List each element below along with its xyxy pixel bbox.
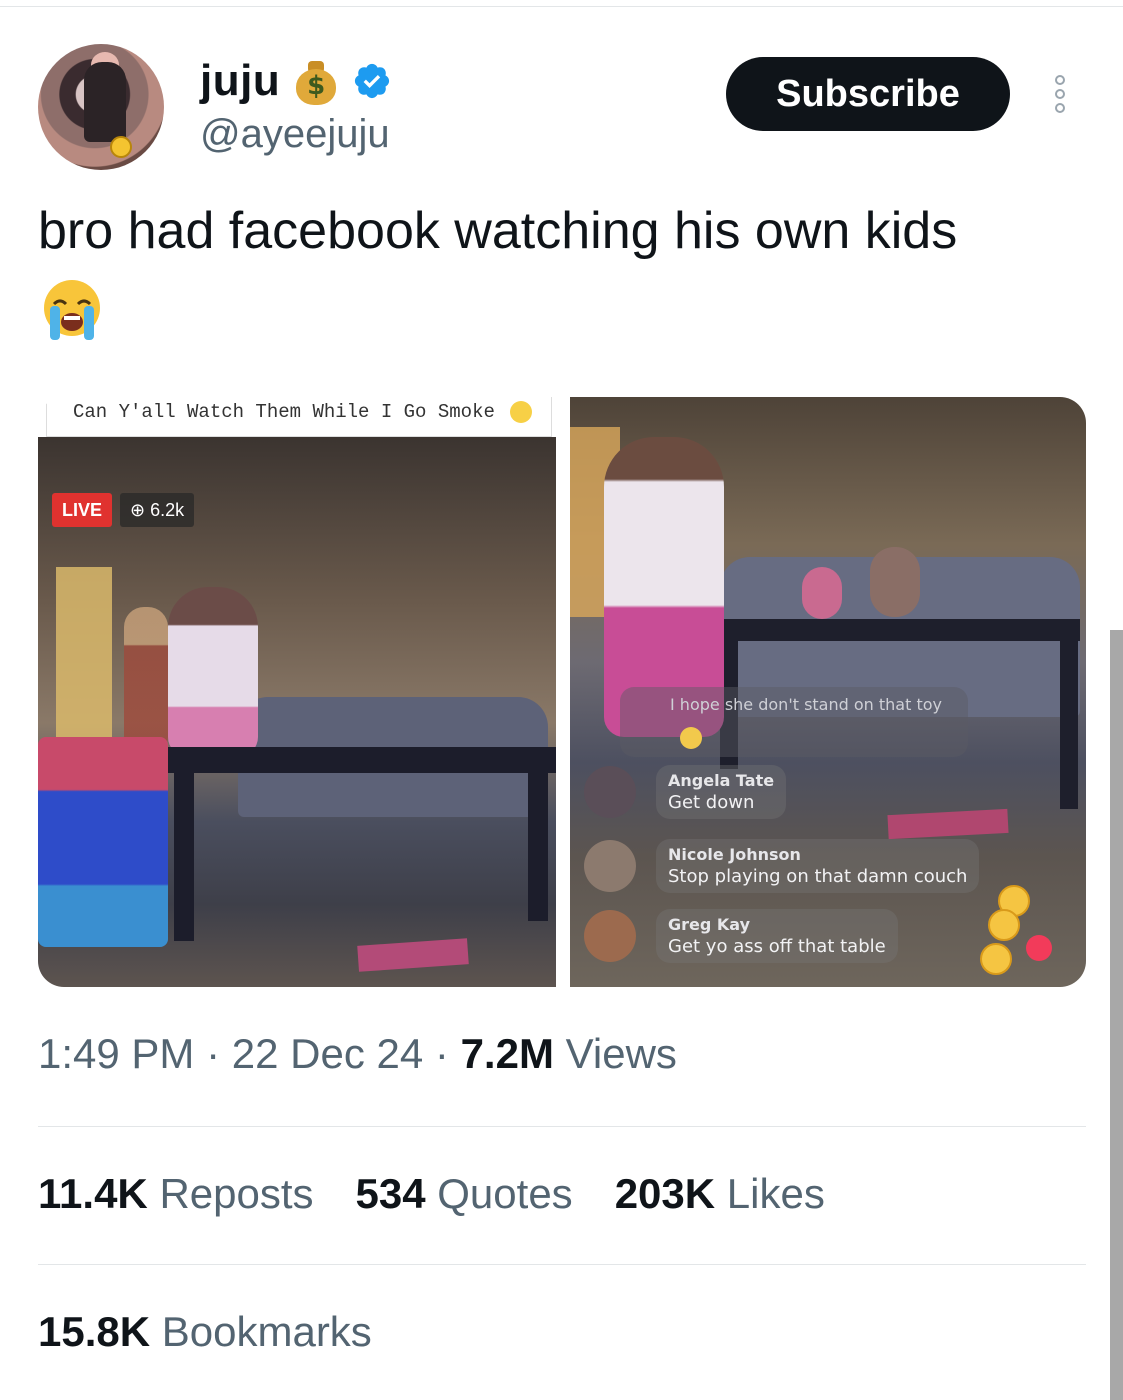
- live-badge: LIVE: [52, 493, 113, 527]
- comment-text: Stop playing on that damn couch: [668, 866, 968, 887]
- coffee-table: [168, 747, 556, 773]
- live-comment: Nicole Johnson Stop playing on that damn…: [584, 839, 980, 893]
- commenter-name: Angela Tate: [668, 771, 775, 790]
- money-bag-icon: $: [292, 57, 340, 105]
- smiley-icon: [510, 401, 533, 423]
- faded-comment-text: I hope she don't stand on that toy: [670, 695, 942, 714]
- laugh-reaction-icon: [988, 909, 1020, 941]
- likes-stat[interactable]: 203K Likes: [615, 1170, 825, 1218]
- comment-text: Get yo ass off that table: [668, 936, 886, 957]
- loudly-crying-face-icon: [44, 280, 100, 340]
- living-room-photo: LIVE ⊕ 6.2k: [38, 437, 556, 987]
- avatar-figure: [84, 62, 126, 142]
- emoji-icon: [680, 727, 702, 749]
- comment-bubble: Nicole Johnson Stop playing on that damn…: [656, 839, 980, 893]
- comment-text: Get down: [668, 792, 755, 813]
- laugh-reaction-icon: [980, 943, 1012, 975]
- reposts-count: 11.4K: [38, 1170, 148, 1217]
- comment-bubble: Angela Tate Get down: [656, 765, 787, 819]
- section-divider: [38, 1126, 1086, 1127]
- bookmarks-label: Bookmarks: [161, 1308, 372, 1355]
- tweet-date[interactable]: 22 Dec 24: [232, 1030, 423, 1077]
- floor-mat: [357, 938, 469, 972]
- author-handle[interactable]: @ayeejuju: [200, 112, 390, 157]
- child-figure: [168, 587, 258, 757]
- reposts-label: Reposts: [159, 1170, 314, 1217]
- commenter-name: Greg Kay: [668, 915, 751, 934]
- living-room-photo: I hope she don't stand on that toy Angel…: [570, 397, 1086, 987]
- reposts-stat[interactable]: 11.4K Reposts: [38, 1170, 314, 1218]
- meta-separator: ·: [434, 1030, 449, 1077]
- viewer-count-badge: ⊕ 6.2k: [120, 493, 195, 527]
- child-figure: [870, 547, 920, 617]
- tweet-text: bro had facebook watching his own kids: [38, 202, 958, 260]
- author-avatar[interactable]: [38, 44, 164, 170]
- comment-bubble: Greg Kay Get yo ass off that table: [656, 909, 898, 963]
- commenter-name: Nicole Johnson: [668, 845, 801, 864]
- live-comment: Greg Kay Get yo ass off that table: [584, 909, 898, 963]
- commenter-avatar: [584, 766, 636, 818]
- toy-house: [38, 737, 168, 947]
- more-options-icon[interactable]: [1050, 72, 1070, 116]
- table-leg: [1060, 639, 1078, 809]
- tweet-media[interactable]: Can Y'all Watch Them While I Go Smoke LI…: [38, 397, 1086, 987]
- quotes-label: Quotes: [437, 1170, 573, 1217]
- heart-reaction-icon: [1026, 935, 1052, 961]
- coffee-table: [690, 619, 1080, 641]
- stream-caption: Can Y'all Watch Them While I Go Smoke: [46, 397, 552, 437]
- likes-count: 203K: [614, 1170, 716, 1217]
- table-leg: [528, 771, 548, 921]
- likes-label: Likes: [726, 1170, 825, 1217]
- subscribe-button[interactable]: Subscribe: [726, 57, 1010, 131]
- quotes-stat[interactable]: 534 Quotes: [356, 1170, 573, 1218]
- meta-separator: ·: [206, 1030, 221, 1077]
- author-name-row[interactable]: juju $: [200, 56, 392, 106]
- avatar-badge: [110, 136, 132, 158]
- floor-mat: [887, 808, 1009, 840]
- commenter-avatar: [584, 910, 636, 962]
- stream-caption-text: Can Y'all Watch Them While I Go Smoke: [73, 401, 495, 424]
- media-image-right[interactable]: I hope she don't stand on that toy Angel…: [570, 397, 1086, 987]
- section-divider: [38, 1264, 1086, 1265]
- top-divider: [0, 6, 1123, 7]
- verified-badge-icon: [355, 63, 390, 99]
- quotes-count: 534: [355, 1170, 426, 1217]
- table-leg: [174, 771, 194, 941]
- tweet-time[interactable]: 1:49 PM: [38, 1030, 194, 1077]
- media-image-left[interactable]: Can Y'all Watch Them While I Go Smoke LI…: [38, 397, 556, 987]
- commenter-avatar: [584, 840, 636, 892]
- tweet-meta: 1:49 PM · 22 Dec 24 · 7.2M Views: [38, 1030, 677, 1078]
- window: [56, 567, 112, 747]
- bookmarks-count: 15.8K: [38, 1308, 151, 1355]
- author-display-name[interactable]: juju: [200, 56, 280, 106]
- child-figure: [802, 567, 842, 619]
- child-figure: [124, 607, 168, 757]
- scrollbar[interactable]: [1110, 630, 1123, 1400]
- engagement-stats: 11.4K Reposts 534 Quotes 203K Likes: [38, 1170, 825, 1218]
- views-count: 7.2M: [460, 1030, 554, 1077]
- bookmarks-stat[interactable]: 15.8K Bookmarks: [38, 1308, 372, 1356]
- views-label: Views: [565, 1030, 677, 1077]
- live-comment: Angela Tate Get down: [584, 765, 787, 819]
